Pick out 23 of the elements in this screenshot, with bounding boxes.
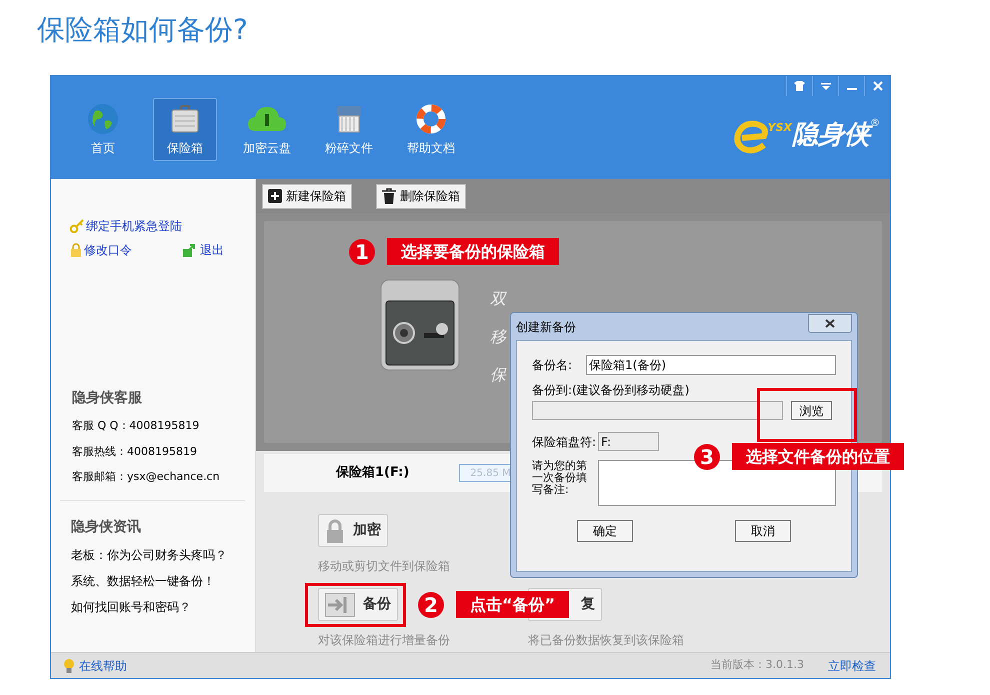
- service-info: 客服邮箱：ysx@echance.cn: [72, 469, 220, 485]
- field-label: 请为您的第一次备份填写备注:: [532, 460, 588, 496]
- step-tooltip: 点击“备份”: [456, 591, 570, 618]
- field-label: 备份名:: [532, 357, 572, 374]
- banner-text: 保: [490, 364, 506, 386]
- page-title: 保险箱如何备份?: [37, 12, 248, 48]
- action-description: 移动或剪切文件到保险箱: [318, 558, 450, 575]
- step-tooltip: 选择要备份的保险箱: [387, 238, 559, 265]
- section-heading: 隐身侠客服: [72, 388, 142, 408]
- action-description: 对该保险箱进行增量备份: [318, 632, 450, 649]
- service-info: 客服热线：4008195819: [72, 444, 197, 460]
- field-label: 保险箱盘符:: [532, 434, 596, 450]
- logo-tag: YSX: [768, 120, 792, 137]
- action-description: 将已备份数据恢复到该保险箱: [528, 632, 684, 649]
- field-label: 备份到:(建议备份到移动硬盘): [532, 382, 690, 399]
- safe-name: 保险箱1(F:): [336, 464, 410, 482]
- step-tooltip: 选择文件备份的位置: [732, 443, 904, 470]
- service-info: 客服 Q Q：4008195819: [72, 418, 200, 434]
- section-heading: 隐身侠资讯: [71, 518, 141, 536]
- banner-text: 移: [490, 326, 506, 348]
- banner-text: 双: [490, 288, 506, 310]
- dialog-title: 创建新备份: [516, 318, 576, 336]
- version-label: 当前版本：3.0.1.3: [710, 657, 804, 674]
